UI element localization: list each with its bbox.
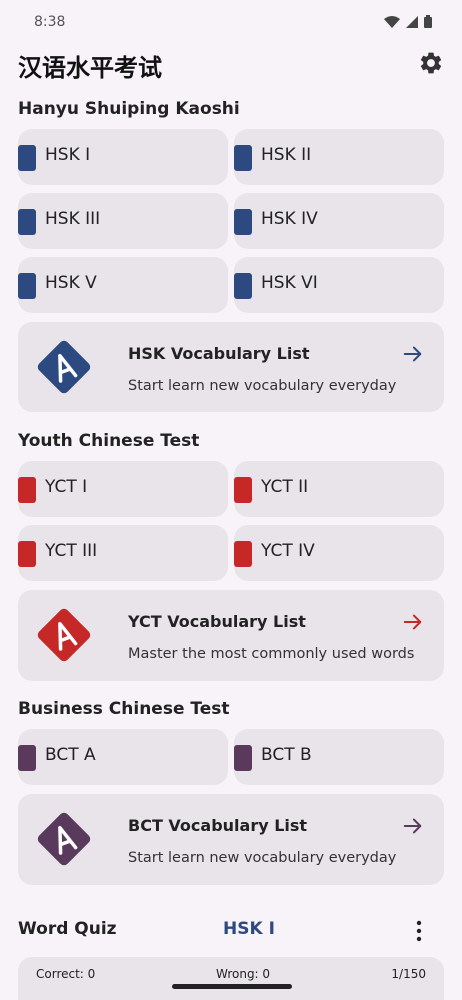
level-marker xyxy=(18,145,36,171)
letter-a-diamond-icon xyxy=(37,340,91,394)
quiz-label: Word Quiz xyxy=(18,919,117,939)
level-marker xyxy=(18,209,36,235)
level-marker xyxy=(18,273,36,299)
level-button-hsk-3[interactable]: HSK III xyxy=(18,193,228,249)
level-marker xyxy=(234,209,252,235)
level-button-bct-b[interactable]: BCT B xyxy=(234,729,444,785)
arrow-right-icon xyxy=(403,346,422,362)
letter-a-diamond-icon xyxy=(37,608,91,662)
status-bar: 8:38 xyxy=(0,0,462,40)
level-label: HSK IV xyxy=(261,209,318,229)
hsk-vocabulary-card[interactable]: HSK Vocabulary List Start learn new voca… xyxy=(18,322,444,412)
arrow-right-icon xyxy=(403,818,422,834)
level-label: HSK II xyxy=(261,145,312,165)
level-button-bct-a[interactable]: BCT A xyxy=(18,729,228,785)
level-button-yct-1[interactable]: YCT I xyxy=(18,461,228,517)
yct-vocabulary-card[interactable]: YCT Vocabulary List Master the most comm… xyxy=(18,590,444,681)
level-button-hsk-1[interactable]: HSK I xyxy=(18,129,228,185)
bct-vocabulary-card[interactable]: BCT Vocabulary List Start learn new voca… xyxy=(18,794,444,885)
level-marker xyxy=(234,745,252,771)
level-button-yct-2[interactable]: YCT II xyxy=(234,461,444,517)
correct-count: Correct: 0 xyxy=(36,967,96,981)
quiz-level-selector[interactable]: HSK I xyxy=(223,919,275,939)
level-label: YCT I xyxy=(45,477,88,497)
level-marker xyxy=(234,145,252,171)
level-marker xyxy=(234,477,252,503)
section-title-bct: Business Chinese Test xyxy=(18,699,230,719)
vocab-title: BCT Vocabulary List xyxy=(128,816,308,835)
wifi-icon xyxy=(384,15,400,28)
level-label: BCT B xyxy=(261,745,312,765)
level-label: HSK V xyxy=(45,273,97,293)
level-marker xyxy=(234,273,252,299)
level-marker xyxy=(234,541,252,567)
home-indicator[interactable] xyxy=(172,984,292,989)
level-label: YCT IV xyxy=(261,541,315,561)
level-label: YCT III xyxy=(45,541,98,561)
level-marker xyxy=(18,477,36,503)
quiz-progress: 1/150 xyxy=(391,967,426,981)
more-vert-icon[interactable] xyxy=(412,918,426,944)
battery-icon xyxy=(424,15,432,28)
letter-a-diamond-icon xyxy=(37,812,91,866)
status-time: 8:38 xyxy=(34,14,66,30)
section-title-yct: Youth Chinese Test xyxy=(18,431,200,451)
level-label: YCT II xyxy=(261,477,309,497)
app-title: 汉语水平考试 xyxy=(18,54,162,82)
level-label: HSK III xyxy=(45,209,101,229)
gear-icon[interactable] xyxy=(418,50,444,76)
vocab-subtitle: Master the most commonly used words xyxy=(128,646,415,662)
level-marker xyxy=(18,745,36,771)
status-icons xyxy=(384,15,432,28)
signal-icon xyxy=(406,15,418,28)
section-title-hsk: Hanyu Shuiping Kaoshi xyxy=(18,99,240,119)
arrow-right-icon xyxy=(403,614,422,630)
quiz-score-bar: Correct: 0 Wrong: 0 1/150 xyxy=(18,957,444,1000)
level-button-hsk-2[interactable]: HSK II xyxy=(234,129,444,185)
level-button-hsk-5[interactable]: HSK V xyxy=(18,257,228,313)
level-button-hsk-4[interactable]: HSK IV xyxy=(234,193,444,249)
vocab-title: YCT Vocabulary List xyxy=(128,612,306,631)
level-label: BCT A xyxy=(45,745,96,765)
level-button-yct-4[interactable]: YCT IV xyxy=(234,525,444,581)
level-label: HSK I xyxy=(45,145,91,165)
level-button-yct-3[interactable]: YCT III xyxy=(18,525,228,581)
wrong-count: Wrong: 0 xyxy=(216,967,271,981)
vocab-subtitle: Start learn new vocabulary everyday xyxy=(128,850,397,866)
level-marker xyxy=(18,541,36,567)
vocab-title: HSK Vocabulary List xyxy=(128,344,310,363)
vocab-subtitle: Start learn new vocabulary everyday xyxy=(128,378,397,394)
level-button-hsk-6[interactable]: HSK VI xyxy=(234,257,444,313)
level-label: HSK VI xyxy=(261,273,318,293)
